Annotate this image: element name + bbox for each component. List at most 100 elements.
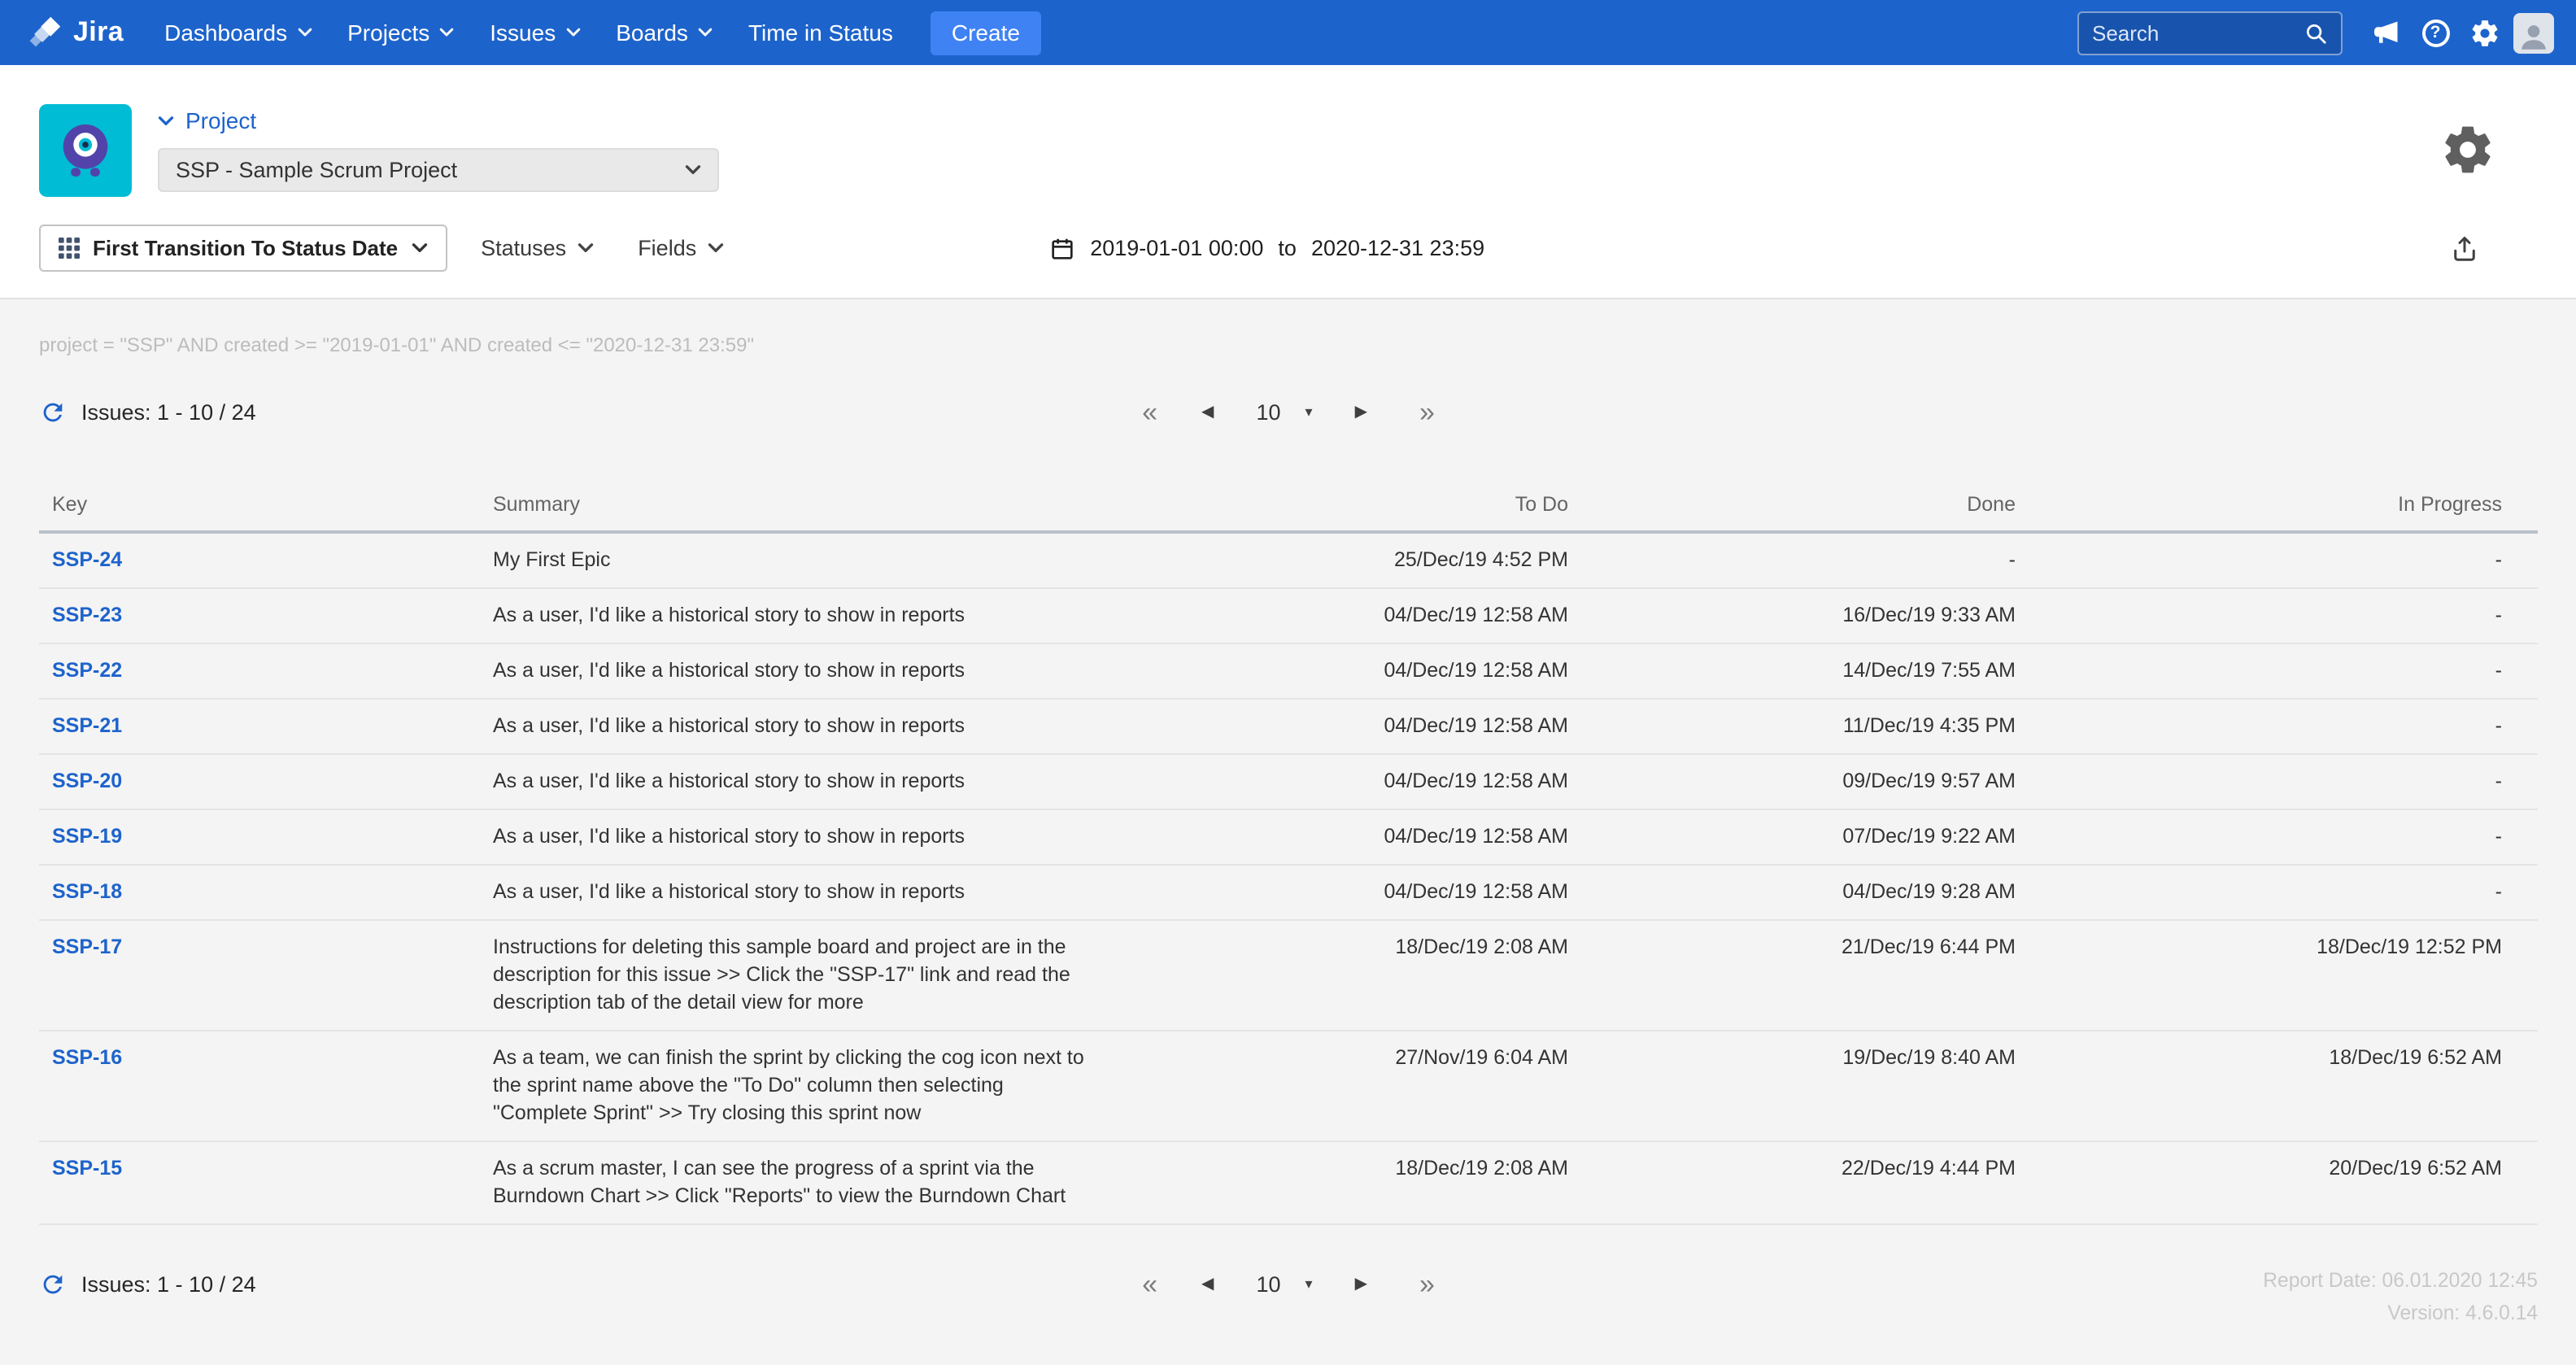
issue-done-date: 16/Dec/19 9:33 AM [1571, 588, 2019, 644]
issue-done-date: 14/Dec/19 7:55 AM [1571, 643, 2019, 700]
column-header-summary[interactable]: Summary [480, 480, 1111, 534]
fields-dropdown[interactable]: Fields [638, 236, 724, 260]
issue-done-date: 09/Dec/19 9:57 AM [1571, 754, 2019, 810]
prev-page-button[interactable]: ◀ [1201, 1276, 1214, 1293]
issues-tbody: SSP-24 My First Epic 25/Dec/19 4:52 PM - - SS… [39, 532, 2538, 1225]
app-window: Jira Dashboards Projects Issues Boards T… [0, 0, 2576, 1350]
issue-summary: As a user, I'd like a historical story t… [480, 699, 1111, 755]
issue-done-date: 04/Dec/19 9:28 AM [1571, 865, 2019, 921]
issue-row: SSP-17 Instructions for deleting this sam… [39, 920, 2538, 1031]
project-avatar [39, 104, 132, 197]
report-type-label: First Transition To Status Date [93, 236, 399, 260]
project-header: Project SSP - Sample Scrum Project [0, 65, 2576, 197]
page-size-select[interactable]: 10 ▾ [1256, 1272, 1312, 1297]
issue-key-link[interactable]: SSP-16 [39, 1031, 480, 1142]
column-header-key[interactable]: Key [39, 480, 480, 534]
project-avatar-icon [39, 104, 132, 197]
header-panel: Project SSP - Sample Scrum Project First… [0, 65, 2576, 299]
issue-done-date: 07/Dec/19 9:22 AM [1571, 809, 2019, 866]
chevron-down-icon [440, 28, 454, 37]
nav-item-dashboards[interactable]: Dashboards [146, 0, 329, 65]
top-navigation: Jira Dashboards Projects Issues Boards T… [0, 0, 2576, 65]
refresh-icon[interactable] [39, 399, 67, 426]
settings-gear-icon[interactable] [2440, 122, 2495, 177]
issues-info: Issues: 1 - 10 / 24 [39, 1271, 256, 1298]
issues-count: Issues: 1 - 10 / 24 [81, 1272, 256, 1297]
issue-key-link[interactable]: SSP-21 [39, 699, 480, 755]
issue-row: SSP-18 As a user, I'd like a historical s… [39, 865, 2538, 921]
help-icon[interactable]: ? [2411, 8, 2460, 57]
date-from[interactable]: 2019-01-01 00:00 [1090, 236, 1263, 260]
issue-key-link[interactable]: SSP-19 [39, 809, 480, 866]
project-select-value: SSP - Sample Scrum Project [176, 158, 458, 182]
first-page-button[interactable]: « [1142, 399, 1157, 426]
user-avatar[interactable] [2513, 12, 2554, 53]
issue-done-date: 19/Dec/19 8:40 AM [1571, 1031, 2019, 1142]
nav-item-label: Projects [347, 20, 430, 46]
issues-table: Key Summary To Do Done In Progress SSP-2… [39, 480, 2538, 1225]
list-controls-bottom: Issues: 1 - 10 / 24 « ◀ 10 ▾ ▶ » Report … [0, 1261, 2576, 1365]
column-header-done[interactable]: Done [1571, 480, 2019, 534]
search-input[interactable] [2092, 20, 2304, 45]
issue-done-date: 22/Dec/19 4:44 PM [1571, 1141, 2019, 1225]
refresh-icon[interactable] [39, 1271, 67, 1298]
nav-item-label: Issues [490, 20, 556, 46]
statuses-dropdown[interactable]: Statuses [481, 236, 594, 260]
issue-todo-date: 25/Dec/19 4:52 PM [1111, 532, 1571, 589]
report-type-button[interactable]: First Transition To Status Date [39, 225, 447, 272]
prev-page-button[interactable]: ◀ [1201, 403, 1214, 421]
project-label-toggle[interactable]: Project [158, 104, 719, 137]
page-size-value: 10 [1256, 1272, 1281, 1297]
issue-key-link[interactable]: SSP-24 [39, 532, 480, 589]
issue-row: SSP-23 As a user, I'd like a historical s… [39, 588, 2538, 644]
nav-item-time-in-status[interactable]: Time in Status [730, 0, 911, 65]
nav-item-issues[interactable]: Issues [472, 0, 598, 65]
last-page-button[interactable]: » [1419, 399, 1435, 426]
search-box[interactable] [2077, 11, 2343, 55]
report-date: Report Date: 06.01.2020 12:45 [2263, 1269, 2538, 1292]
jira-logo[interactable]: Jira [26, 15, 124, 50]
page-size-select[interactable]: 10 ▾ [1256, 400, 1312, 425]
issue-key-link[interactable]: SSP-18 [39, 865, 480, 921]
report-toolbar: First Transition To Status Date Statuses… [0, 197, 2576, 298]
issue-inprogress-date: - [2019, 754, 2538, 810]
column-header-inprogress[interactable]: In Progress [2019, 480, 2538, 534]
issue-row: SSP-15 As a scrum master, I can see the p… [39, 1141, 2538, 1225]
issue-key-link[interactable]: SSP-20 [39, 754, 480, 810]
project-select[interactable]: SSP - Sample Scrum Project [158, 148, 719, 192]
issue-inprogress-date: - [2019, 809, 2538, 866]
pagination-top: « ◀ 10 ▾ ▶ » [0, 389, 2576, 426]
issue-todo-date: 04/Dec/19 12:58 AM [1111, 809, 1571, 866]
issue-todo-date: 18/Dec/19 2:08 AM [1111, 920, 1571, 1031]
issue-key-link[interactable]: SSP-23 [39, 588, 480, 644]
issue-key-link[interactable]: SSP-22 [39, 643, 480, 700]
nav-item-projects[interactable]: Projects [329, 0, 472, 65]
admin-gear-icon[interactable] [2460, 8, 2508, 57]
date-to[interactable]: 2020-12-31 23:59 [1311, 236, 1484, 260]
issue-key-link[interactable]: SSP-17 [39, 920, 480, 1031]
next-page-button[interactable]: ▶ [1355, 403, 1367, 421]
create-button[interactable]: Create [930, 11, 1041, 55]
issue-todo-date: 04/Dec/19 12:58 AM [1111, 865, 1571, 921]
feedback-megaphone-icon[interactable] [2362, 8, 2411, 57]
issue-key-link[interactable]: SSP-15 [39, 1141, 480, 1225]
issue-summary: As a user, I'd like a historical story t… [480, 865, 1111, 921]
issue-summary: As a team, we can finish the sprint by c… [480, 1031, 1111, 1142]
issue-inprogress-date: - [2019, 532, 2538, 589]
last-page-button[interactable]: » [1419, 1271, 1435, 1298]
issue-row: SSP-22 As a user, I'd like a historical s… [39, 643, 2538, 700]
caret-down-icon: ▾ [1305, 403, 1313, 420]
next-page-button[interactable]: ▶ [1355, 1276, 1367, 1293]
search-icon[interactable] [2304, 20, 2328, 45]
first-page-button[interactable]: « [1142, 1271, 1157, 1298]
date-range[interactable]: 2019-01-01 00:00 to 2020-12-31 23:59 [1049, 235, 1484, 261]
issue-done-date: - [1571, 532, 2019, 589]
issue-inprogress-date: 18/Dec/19 6:52 AM [2019, 1031, 2538, 1142]
issue-done-date: 11/Dec/19 4:35 PM [1571, 699, 2019, 755]
chevron-down-icon [698, 28, 713, 37]
export-icon[interactable] [2450, 233, 2479, 263]
nav-item-boards[interactable]: Boards [598, 0, 730, 65]
table-header-row: Key Summary To Do Done In Progress [39, 480, 2538, 534]
nav-item-label: Dashboards [164, 20, 288, 46]
column-header-todo[interactable]: To Do [1111, 480, 1571, 534]
